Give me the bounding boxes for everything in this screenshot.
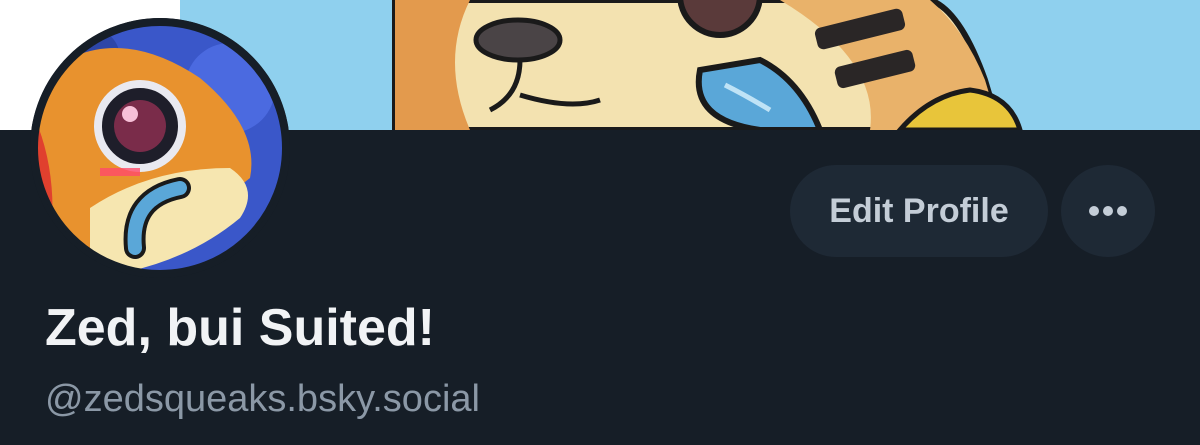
avatar[interactable] bbox=[30, 18, 290, 278]
more-options-button[interactable] bbox=[1061, 165, 1155, 257]
ellipsis-icon bbox=[1089, 206, 1127, 216]
edit-profile-label: Edit Profile bbox=[829, 191, 1009, 230]
profile-handle: @zedsqueaks.bsky.social bbox=[45, 378, 480, 420]
display-name: Zed, bui Suited! bbox=[45, 299, 435, 357]
edit-profile-button[interactable]: Edit Profile bbox=[790, 165, 1048, 257]
avatar-illustration bbox=[30, 18, 290, 278]
